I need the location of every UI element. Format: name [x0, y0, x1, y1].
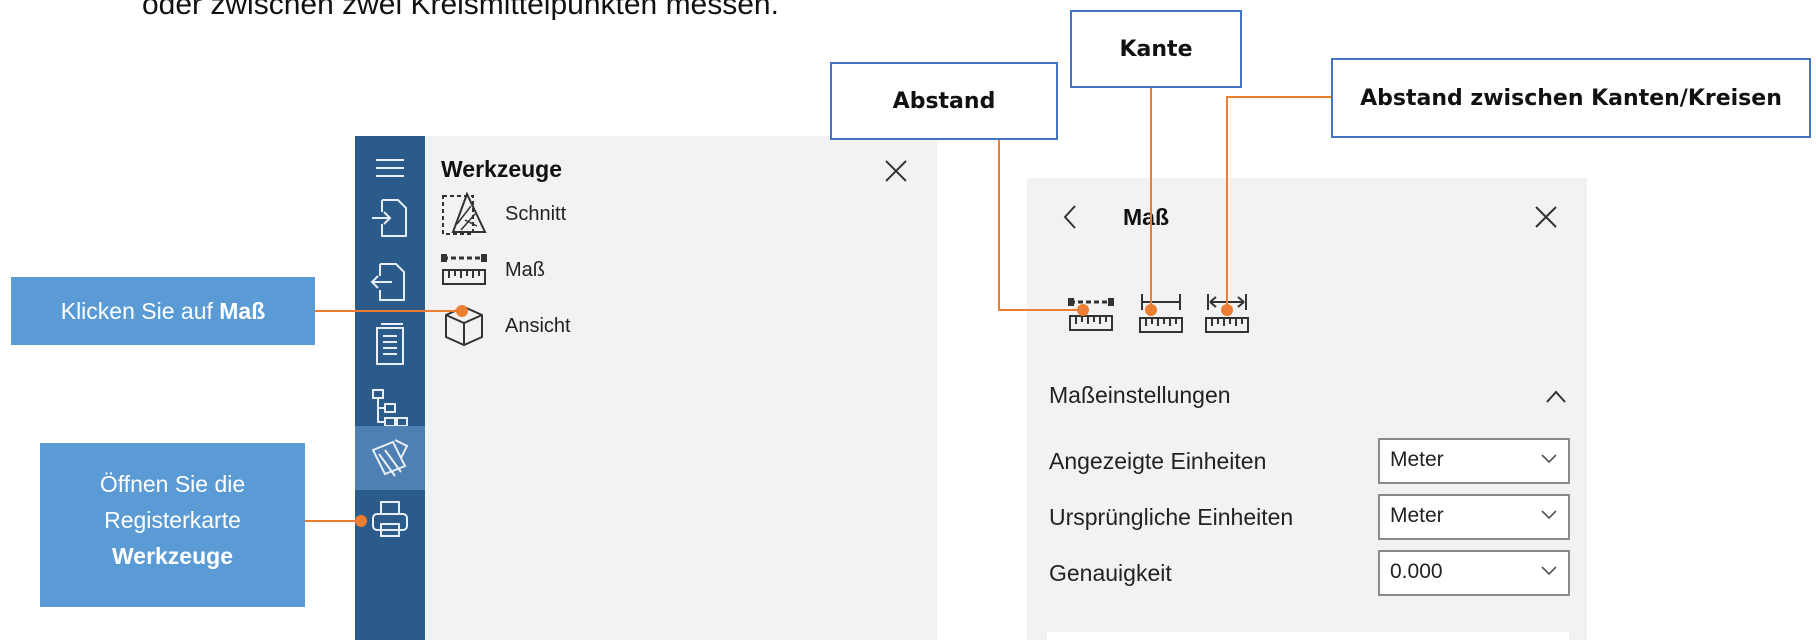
export-icon: [370, 263, 405, 301]
document-icon: [376, 323, 404, 365]
menu-icon: [376, 159, 404, 177]
chevron-down-icon: [1541, 566, 1557, 576]
import-icon: [372, 199, 407, 237]
edge-distance-tool-button[interactable]: [1201, 288, 1253, 340]
tools-icon: [371, 439, 409, 477]
callout-bold-text: Maß: [219, 298, 266, 324]
document-button[interactable]: [355, 312, 425, 376]
tool-item-measure[interactable]: Maß: [439, 244, 545, 296]
tool-item-label: Maß: [505, 258, 545, 281]
callout-bold-text: Werkzeuge: [111, 543, 233, 569]
chevron-left-icon: [1063, 205, 1076, 229]
original-units-select[interactable]: Meter: [1378, 494, 1570, 540]
callout-distance: Abstand: [830, 62, 1058, 140]
close-icon: [1535, 206, 1557, 228]
tool-item-label: Schnitt: [505, 202, 567, 225]
section-icon: [442, 192, 487, 235]
callout-edge: Kante: [1070, 10, 1242, 88]
select-value: Meter: [1390, 448, 1444, 471]
hierarchy-icon: [372, 389, 408, 427]
measure-panel-title: Maß: [1123, 204, 1169, 230]
print-button[interactable]: [355, 488, 425, 552]
settings-section-title: Maßeinstellungen: [1049, 382, 1231, 408]
tools-panel-title: Werkzeuge: [441, 156, 563, 182]
tools-tab-button[interactable]: [355, 426, 425, 490]
print-icon: [372, 501, 408, 537]
precision-select[interactable]: 0.000: [1378, 550, 1570, 596]
tool-item-section[interactable]: Schnitt: [439, 188, 566, 240]
edge-tool-button[interactable]: [1135, 288, 1187, 340]
original-units-label: Ursprüngliche Einheiten: [1049, 504, 1294, 530]
measure-close-button[interactable]: [1531, 202, 1561, 232]
callout-text: Registerkarte: [104, 507, 241, 533]
displayed-units-select[interactable]: Meter: [1378, 438, 1570, 484]
callout-text: Klicken Sie auf: [60, 298, 220, 324]
back-button[interactable]: [1055, 200, 1085, 234]
close-icon: [885, 160, 907, 182]
edge-ruler-icon: [1139, 294, 1183, 333]
tool-item-view[interactable]: Ansicht: [439, 300, 571, 352]
settings-collapse-toggle[interactable]: [1543, 384, 1569, 410]
export-button[interactable]: [355, 250, 425, 314]
callout-open-tools-tab: Öffnen Sie die Registerkarte Werkzeuge: [40, 443, 305, 607]
distance-ruler-icon: [1068, 298, 1114, 331]
import-button[interactable]: [355, 186, 425, 250]
cube-view-icon: [445, 305, 483, 347]
callout-text: Öffnen Sie die: [99, 471, 246, 497]
measure-ruler-icon: [441, 254, 487, 285]
chevron-down-icon: [1541, 510, 1557, 520]
tool-item-label: Ansicht: [505, 314, 571, 337]
tools-close-button[interactable]: [881, 156, 911, 186]
panel-bottom-strip: [1047, 632, 1569, 640]
select-value: 0.000: [1390, 560, 1443, 583]
callout-click-measure: Klicken Sie auf Maß: [11, 277, 315, 345]
sidebar-rail: [355, 136, 425, 640]
chevron-down-icon: [1541, 454, 1557, 464]
tools-panel: Werkzeuge Schnitt Maß Ansicht: [425, 136, 937, 640]
callout-distance-between: Abstand zwischen Kanten/Kreisen: [1331, 58, 1811, 138]
edge-distance-ruler-icon: [1205, 294, 1249, 333]
precision-label: Genauigkeit: [1049, 560, 1172, 586]
select-value: Meter: [1390, 504, 1444, 527]
displayed-units-label: Angezeigte Einheiten: [1049, 448, 1267, 474]
measure-panel: Maß Maßeinstellungen Angezeigte Einheite…: [1027, 178, 1587, 640]
distance-tool-button[interactable]: [1065, 288, 1117, 340]
chevron-up-icon: [1546, 390, 1566, 403]
intro-text: oder zwischen zwei Kreismittelpunkten me…: [142, 0, 779, 21]
